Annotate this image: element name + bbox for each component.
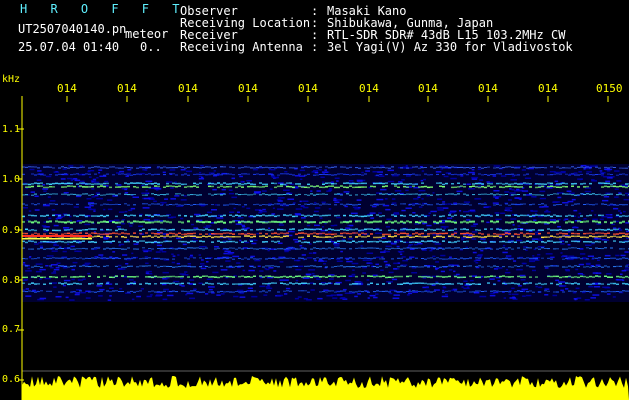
x-tick-label: 0150 xyxy=(596,82,623,95)
x-tick-label: 014 xyxy=(178,82,198,95)
x-tick-label: 014 xyxy=(298,82,318,95)
y-tick-label: 1.1 xyxy=(2,124,21,135)
spectrogram-window: H R O F F T UT2507040140.pn meteor 25.07… xyxy=(0,0,629,400)
x-tick-label: 014 xyxy=(238,82,258,95)
x-tick-label: 014 xyxy=(478,82,498,95)
y-tick-label: 0.6 xyxy=(2,374,21,385)
x-tick-label: 014 xyxy=(57,82,77,95)
x-tick-label: 014 xyxy=(538,82,558,95)
y-tick-label: 0.7 xyxy=(2,324,21,335)
x-tick-marks xyxy=(66,96,609,102)
x-tick-label: 014 xyxy=(359,82,379,95)
y-axis-unit: kHz xyxy=(2,74,21,85)
x-tick-label: 014 xyxy=(117,82,137,95)
y-tick-label: 0.9 xyxy=(2,225,21,236)
x-tick-label: 014 xyxy=(418,82,438,95)
spectrogram-plot xyxy=(18,96,629,400)
amplitude-trace xyxy=(22,370,629,400)
y-tick-label: 1.0 xyxy=(2,174,21,185)
y-tick-label: 0.8 xyxy=(2,275,21,286)
